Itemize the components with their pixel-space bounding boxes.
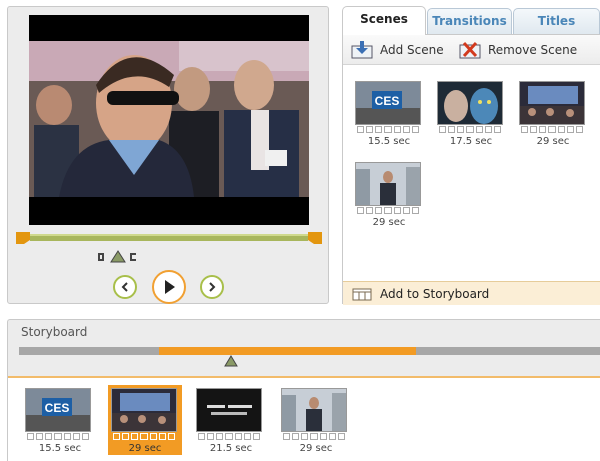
video-frame-image — [29, 15, 309, 225]
filmstrip-decoration — [281, 433, 347, 441]
scenes-panel: Scenes Transitions Titles Add Scene Remo… — [342, 6, 600, 305]
ces-logo-thumbnail: CES — [356, 82, 420, 124]
tab-titles[interactable]: Titles — [513, 8, 600, 35]
scene-thumbnail — [355, 162, 421, 206]
storyboard-title: Storyboard — [21, 325, 88, 339]
scene-thumbnail: CES — [355, 81, 421, 125]
scene-duration: 29 sec — [536, 136, 570, 147]
previous-button[interactable] — [113, 275, 137, 299]
add-to-storyboard-button[interactable]: Add to Storyboard — [343, 281, 600, 305]
man-outdoors-thumbnail — [282, 389, 346, 431]
timeline-selected-segment — [159, 347, 416, 355]
filmstrip-decoration — [355, 126, 421, 134]
storyboard-panel: Storyboard CES 15.5 sec 29 sec 21.5 sec … — [7, 319, 600, 461]
clip-duration: 21.5 sec — [209, 443, 253, 454]
filmstrip-decoration — [25, 433, 91, 441]
scene-item[interactable]: 29 sec — [519, 81, 587, 147]
filmstrip-decoration — [111, 433, 177, 441]
filmstrip-decoration — [519, 126, 585, 134]
scene-thumbnail — [519, 81, 585, 125]
storyboard-clip[interactable]: 29 sec — [281, 388, 351, 454]
storyboard-clip-selected[interactable]: 29 sec — [108, 385, 182, 455]
scene-duration: 15.5 sec — [367, 136, 411, 147]
clip-thumbnail — [281, 388, 347, 432]
svg-text:CES: CES — [45, 401, 70, 415]
preview-panel — [7, 6, 329, 304]
storyboard-timeline[interactable] — [19, 347, 600, 355]
clip-duration: 15.5 sec — [38, 443, 82, 454]
clip-thumbnail — [196, 388, 262, 432]
clip-duration: 29 sec — [299, 443, 333, 454]
filmstrip-decoration — [437, 126, 503, 134]
add-scene-icon — [351, 41, 373, 59]
tab-bar: Scenes Transitions Titles — [342, 6, 600, 35]
avatar-thumbnail — [438, 82, 502, 124]
ces-logo-thumbnail: CES — [26, 389, 90, 431]
clip-duration: 29 sec — [128, 443, 162, 454]
scene-duration: 17.5 sec — [449, 136, 493, 147]
scene-list: CES 15.5 sec 17.5 sec 29 sec 29 sec — [343, 66, 600, 276]
crowd-screen-thumbnail — [520, 82, 584, 124]
chevron-left-icon — [121, 282, 128, 292]
scene-toolbar: Add Scene Remove Scene — [343, 35, 600, 65]
preview-timeline[interactable] — [16, 232, 322, 244]
transport-controls — [8, 269, 330, 305]
remove-scene-label: Remove Scene — [488, 43, 578, 57]
man-outdoors-thumbnail — [356, 163, 420, 205]
crowd-screen-thumbnail — [112, 389, 176, 431]
preview-playhead[interactable] — [98, 250, 138, 264]
add-scene-button[interactable]: Add Scene — [350, 39, 444, 61]
tab-transitions[interactable]: Transitions — [427, 8, 512, 35]
scene-item[interactable]: 29 sec — [355, 162, 423, 228]
scene-duration: 29 sec — [372, 217, 406, 228]
storyboard-strip: CES 15.5 sec 29 sec 21.5 sec 29 sec — [8, 376, 600, 461]
next-button[interactable] — [200, 275, 224, 299]
chevron-right-icon — [209, 282, 216, 292]
clip-thumbnail — [111, 388, 177, 432]
dark-text-thumbnail — [197, 389, 261, 431]
scene-item[interactable]: CES 15.5 sec — [355, 81, 423, 147]
filmstrip-decoration — [355, 207, 421, 215]
storyboard-playhead[interactable] — [224, 355, 238, 367]
add-to-storyboard-label: Add to Storyboard — [380, 286, 490, 301]
video-preview[interactable] — [29, 15, 309, 225]
play-button[interactable] — [152, 270, 186, 304]
scene-item[interactable]: 17.5 sec — [437, 81, 505, 147]
svg-text:CES: CES — [375, 94, 400, 108]
storyboard-clip[interactable]: 21.5 sec — [196, 388, 266, 454]
play-icon — [165, 280, 175, 294]
clip-thumbnail: CES — [25, 388, 91, 432]
storyboard-clip[interactable]: CES 15.5 sec — [25, 388, 95, 454]
scene-thumbnail — [437, 81, 503, 125]
scenes-body: Add Scene Remove Scene CES 15.5 sec 17.5… — [342, 34, 600, 305]
remove-scene-button[interactable]: Remove Scene — [458, 39, 577, 61]
tab-scenes[interactable]: Scenes — [342, 6, 426, 35]
filmstrip-decoration — [196, 433, 262, 441]
add-storyboard-icon — [352, 288, 372, 300]
remove-scene-icon — [459, 41, 481, 59]
add-scene-label: Add Scene — [380, 43, 444, 57]
